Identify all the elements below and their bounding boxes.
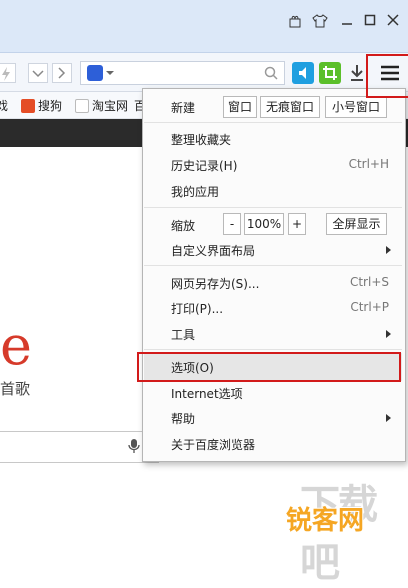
fullscreen-button[interactable]: 全屏显示 <box>326 213 387 235</box>
address-bar[interactable] <box>80 61 285 85</box>
search-engine-paw-icon[interactable] <box>87 65 103 81</box>
menu-item-my-apps[interactable]: 我的应用 <box>171 183 219 200</box>
annotation-highlight-menu-button <box>366 54 408 98</box>
chevron-down-icon[interactable] <box>28 63 48 83</box>
bookmark-taobao[interactable]: 淘宝网 <box>75 97 128 114</box>
menu-item-help[interactable]: 帮助 <box>171 410 195 427</box>
menu-separator <box>144 349 402 350</box>
menu-item-save-page-as[interactable]: 网页另存为(S)... <box>171 275 259 292</box>
menu-separator <box>144 207 402 208</box>
bookmark-sogou[interactable]: 搜狗 <box>21 97 62 114</box>
watermark-logo-text: 锐客网 <box>286 506 365 536</box>
page-logo-fragment: e <box>0 314 32 377</box>
forward-icon[interactable] <box>52 63 72 83</box>
skin-shirt-icon[interactable] <box>312 14 328 30</box>
screenshot-crop-icon[interactable] <box>319 62 341 84</box>
minimize-icon[interactable] <box>339 14 355 30</box>
download-icon[interactable] <box>346 62 368 84</box>
sound-icon[interactable] <box>292 62 314 84</box>
menu-item-history[interactable]: 历史记录(H) <box>171 157 237 174</box>
close-icon[interactable] <box>385 14 401 30</box>
submenu-arrow-icon <box>386 246 391 254</box>
menu-item-organize-favorites[interactable]: 整理收藏夹 <box>171 131 231 148</box>
gift-icon[interactable] <box>287 14 303 30</box>
page-icon <box>75 99 89 113</box>
toolbar <box>0 53 408 92</box>
menu-item-about[interactable]: 关于百度浏览器 <box>171 436 255 453</box>
menu-item-tools[interactable]: 工具 <box>171 326 195 343</box>
history-shortcut: Ctrl+H <box>348 157 389 171</box>
bookmark-item[interactable]: 戏 <box>0 97 8 114</box>
title-bar <box>0 0 408 53</box>
maximize-icon[interactable] <box>362 14 378 30</box>
lightning-icon[interactable] <box>0 63 16 83</box>
menu-item-print[interactable]: 打印(P)... <box>171 300 223 317</box>
save-as-shortcut: Ctrl+S <box>349 275 389 289</box>
microphone-icon[interactable] <box>128 438 140 457</box>
zoom-level-value: 100% <box>244 213 284 235</box>
sogou-icon <box>21 99 35 113</box>
menu-item-customize-layout[interactable]: 自定义界面布局 <box>171 242 255 259</box>
new-window-button[interactable]: 窗口 <box>223 96 257 118</box>
browser-main-menu: 新建 窗口 无痕窗口 小号窗口 整理收藏夹 历史记录(H) Ctrl+H 我的应… <box>142 88 406 462</box>
submenu-arrow-icon <box>386 414 391 422</box>
menu-zoom-label: 缩放 <box>171 219 196 233</box>
page-text-fragment: 首歌 <box>0 380 31 398</box>
print-shortcut: Ctrl+P <box>350 300 389 314</box>
zoom-out-button[interactable]: - <box>223 213 241 235</box>
menu-new-label: 新建 <box>171 101 196 115</box>
new-incognito-window-button[interactable]: 无痕窗口 <box>260 96 320 118</box>
menu-separator <box>144 122 402 123</box>
menu-item-internet-options[interactable]: Internet选项 <box>171 385 243 402</box>
annotation-highlight-options <box>137 352 401 382</box>
search-icon[interactable] <box>264 66 278 83</box>
new-small-window-button[interactable]: 小号窗口 <box>325 96 387 118</box>
zoom-in-button[interactable]: + <box>288 213 306 235</box>
submenu-arrow-icon <box>386 330 391 338</box>
chevron-down-icon[interactable] <box>106 71 114 75</box>
menu-separator <box>144 265 402 266</box>
